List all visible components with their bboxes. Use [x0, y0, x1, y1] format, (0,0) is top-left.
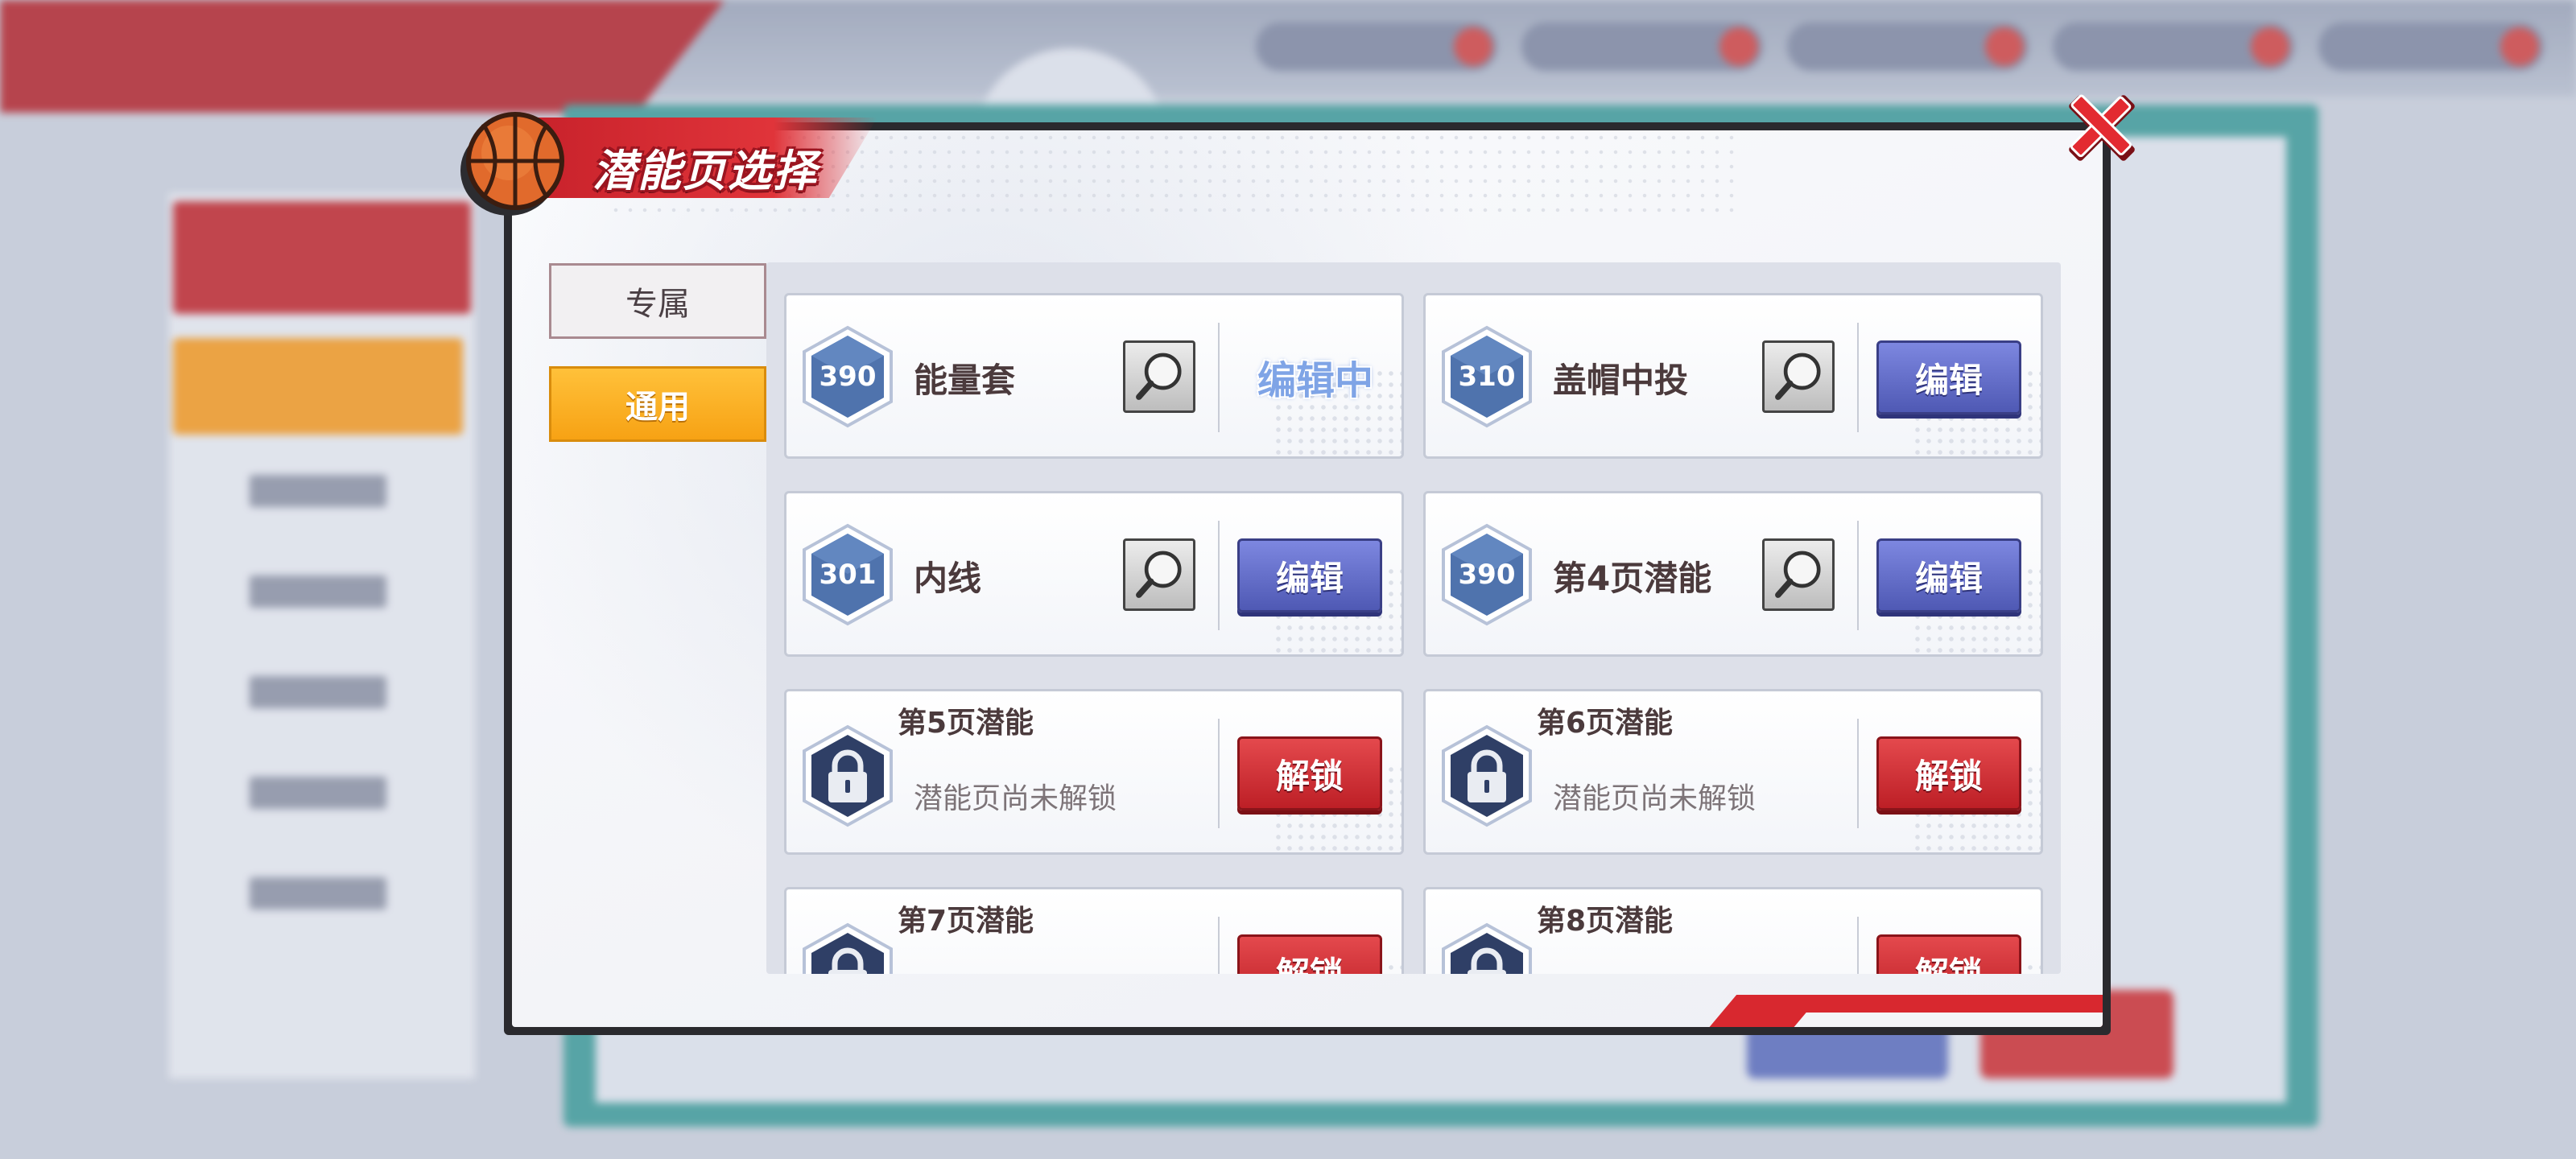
- lock-icon: [803, 724, 893, 827]
- score-value: 301: [819, 559, 877, 591]
- score-value: 390: [819, 361, 877, 393]
- page-title: 第8页潜能: [1537, 905, 1674, 938]
- lock-icon: [803, 922, 893, 974]
- unlock-button[interactable]: 解锁: [1237, 736, 1382, 810]
- locked-hint: 潜能页尚未解锁: [914, 782, 1117, 815]
- tab-general-label: 通用: [625, 389, 690, 426]
- potential-page-list[interactable]: 390 能量套 编辑中 310 盖帽中投 编辑 301 内线 编辑 390 第4…: [766, 262, 2061, 974]
- score-hex: 301: [801, 522, 894, 627]
- potential-page-card-locked: 第6页潜能 潜能页尚未解锁 解锁: [1423, 689, 2043, 855]
- edit-button[interactable]: 编辑: [1237, 538, 1382, 612]
- lock-icon: [1442, 922, 1532, 974]
- page-title: 第6页潜能: [1537, 707, 1674, 740]
- dialog-title: 潜能页选择: [592, 146, 818, 196]
- locked-hint: 潜能页尚未解锁: [1553, 782, 1757, 815]
- potential-page-card: 390 能量套 编辑中: [784, 293, 1404, 459]
- edit-button[interactable]: 编辑: [1876, 340, 2021, 415]
- basketball-icon: [460, 112, 564, 216]
- tab-exclusive-label: 专属: [625, 286, 690, 323]
- page-name: 盖帽中投: [1553, 361, 1689, 400]
- close-icon[interactable]: [2058, 84, 2146, 172]
- tab-exclusive[interactable]: 专属: [549, 263, 766, 339]
- score-value: 310: [1458, 361, 1516, 393]
- potential-page-card-locked: 第7页潜能 解锁: [784, 887, 1404, 974]
- page-name: 第4页潜能: [1553, 559, 1712, 598]
- page-title: 第5页潜能: [898, 707, 1034, 740]
- potential-page-card: 310 盖帽中投 编辑: [1423, 293, 2043, 459]
- tab-general[interactable]: 通用: [549, 366, 766, 442]
- potential-page-card: 390 第4页潜能 编辑: [1423, 491, 2043, 657]
- page-title: 第7页潜能: [898, 905, 1034, 938]
- lock-icon: [1442, 724, 1532, 827]
- score-hex: 390: [1440, 522, 1534, 627]
- potential-page-card-locked: 第5页潜能 潜能页尚未解锁 解锁: [784, 689, 1404, 855]
- magnifier-icon[interactable]: [1123, 538, 1195, 611]
- unlock-button[interactable]: 解锁: [1876, 934, 2021, 974]
- score-hex: 310: [1440, 324, 1534, 429]
- magnifier-icon[interactable]: [1762, 340, 1835, 413]
- page-name: 内线: [914, 559, 982, 598]
- potential-page-card-locked: 第8页潜能 解锁: [1423, 887, 2043, 974]
- score-hex: 390: [801, 324, 894, 429]
- magnifier-icon[interactable]: [1762, 538, 1835, 611]
- magnifier-icon[interactable]: [1123, 340, 1195, 413]
- unlock-button[interactable]: 解锁: [1876, 736, 2021, 810]
- page-name: 能量套: [914, 361, 1016, 400]
- edit-button[interactable]: 编辑: [1876, 538, 2021, 612]
- dialog-white-stripe: [1787, 1013, 2103, 1027]
- score-value: 390: [1458, 559, 1516, 591]
- unlock-button[interactable]: 解锁: [1237, 934, 1382, 974]
- potential-page-card: 301 内线 编辑: [784, 491, 1404, 657]
- editing-status: 编辑中: [1257, 358, 1373, 403]
